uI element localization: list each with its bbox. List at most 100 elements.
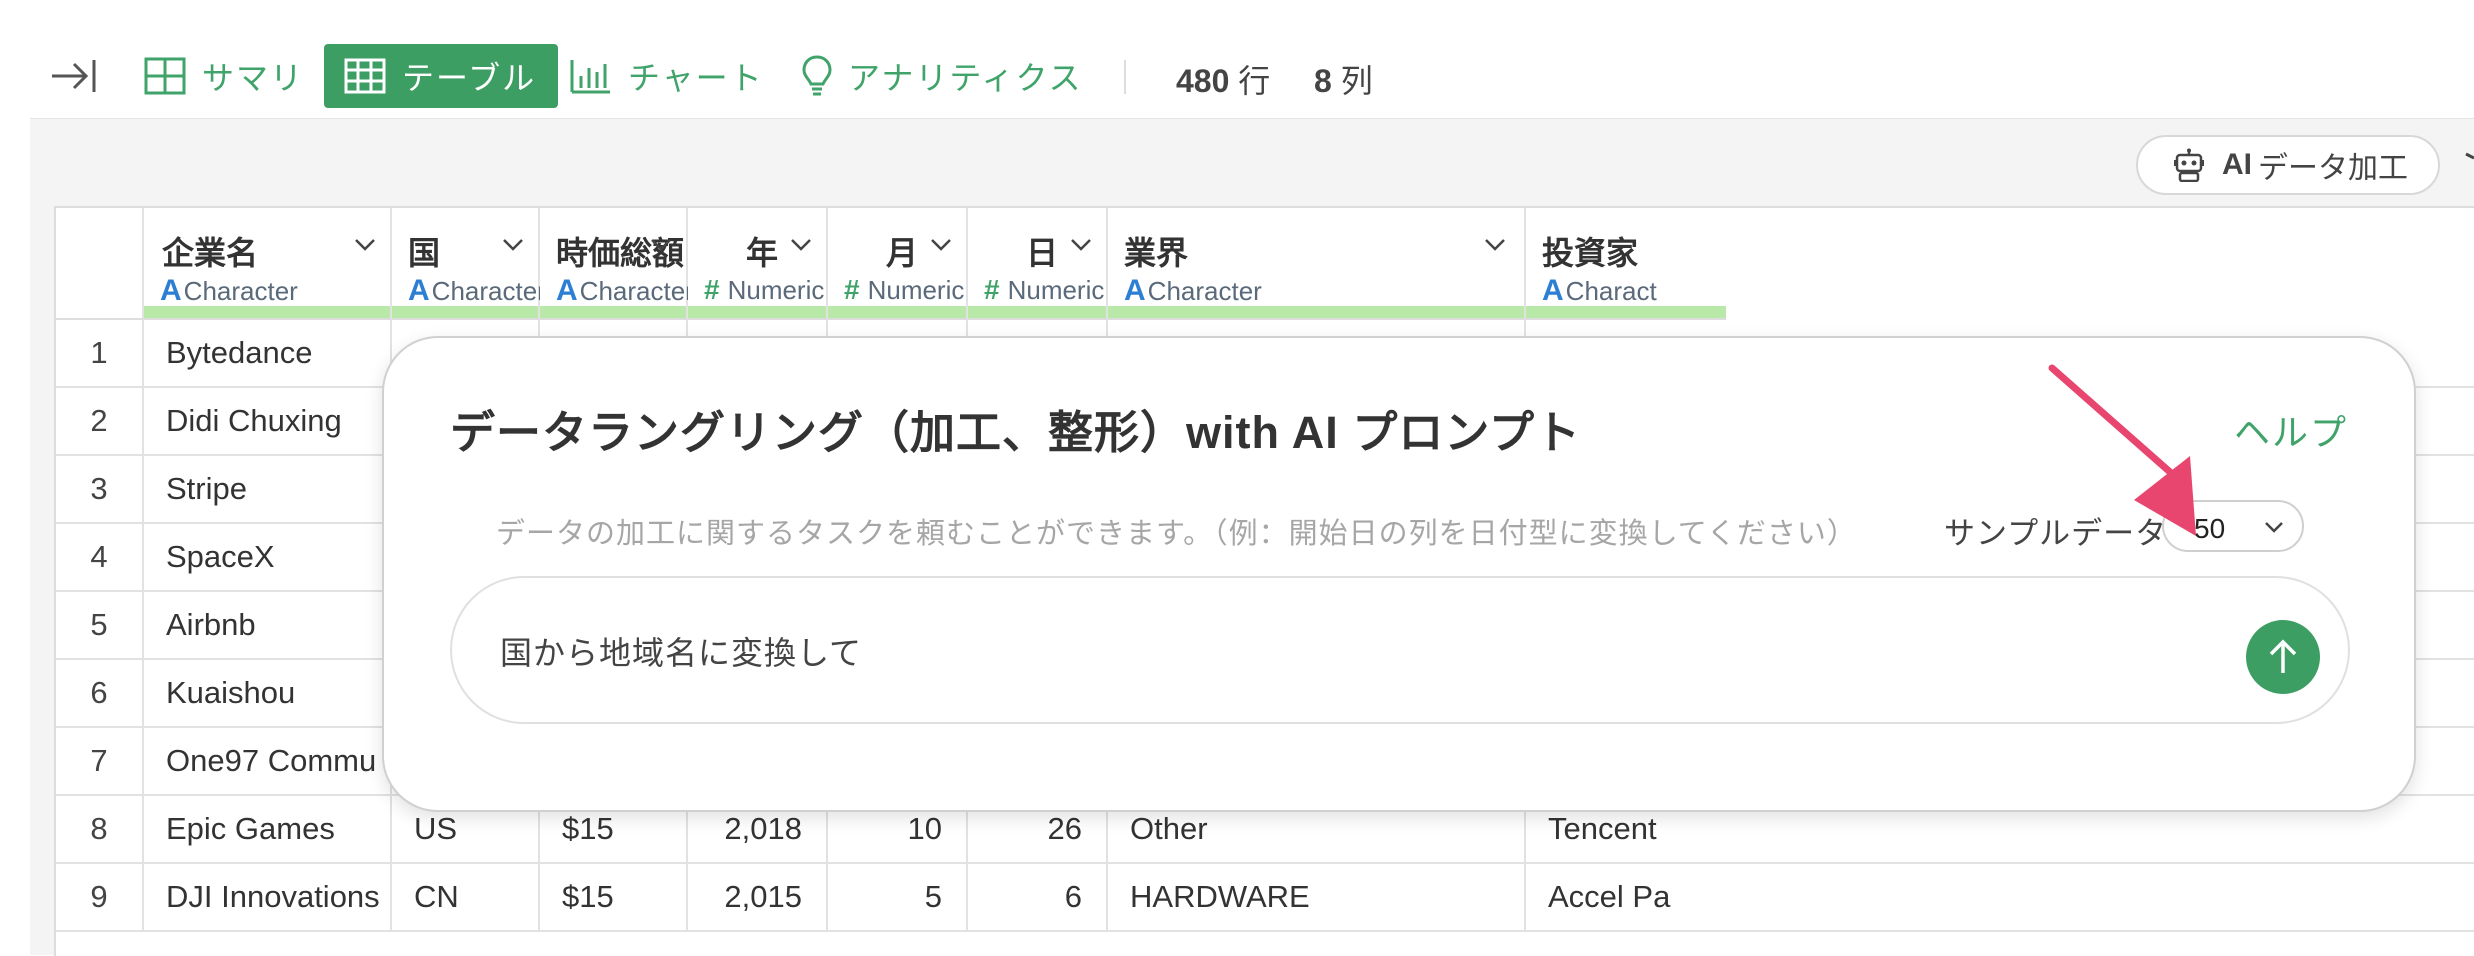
row-index: 4 <box>56 524 144 590</box>
send-button[interactable] <box>2246 620 2320 694</box>
ai-button-label: データ加工 <box>2258 152 2408 185</box>
cell-company[interactable]: Airbnb <box>144 592 392 658</box>
column-name: 月 <box>885 235 918 271</box>
column-header-month[interactable]: 月 # Numeric <box>828 208 968 320</box>
tab-analytics-label: アナリティクス <box>848 60 1083 96</box>
more-options-icon[interactable] <box>2464 150 2474 172</box>
cell-industry[interactable]: HARDWARE <box>1108 864 1526 930</box>
column-type-label: Charact <box>1565 276 1657 306</box>
collapse-panel-icon[interactable] <box>50 56 98 96</box>
row-index: 6 <box>56 660 144 726</box>
column-name: 投資家 <box>1542 235 1639 271</box>
column-quality-bar <box>968 306 1106 318</box>
cell-year[interactable]: 2,015 <box>688 864 828 930</box>
column-type-label: Character <box>183 276 298 306</box>
column-quality-bar <box>688 306 826 318</box>
tab-table[interactable]: テーブル <box>324 44 559 108</box>
character-type-icon: A <box>1542 274 1564 307</box>
lightbulb-icon <box>802 55 832 96</box>
column-type: ACharacter <box>556 274 694 308</box>
tab-summary[interactable]: サマリ <box>144 44 304 108</box>
column-header-company[interactable]: 企業名 ACharacter <box>144 208 392 320</box>
row-index: 5 <box>56 592 144 658</box>
column-type: # Numeric <box>984 274 1104 306</box>
cell-company[interactable]: Stripe <box>144 456 392 522</box>
column-name: 日 <box>1025 235 1058 271</box>
column-quality-bar <box>828 306 966 318</box>
column-name: 業界 <box>1124 235 1189 271</box>
cell-company[interactable]: Kuaishou <box>144 660 392 726</box>
column-header-year[interactable]: 年 # Numeric <box>688 208 828 320</box>
character-type-icon: A <box>408 274 430 307</box>
chevron-down-icon[interactable] <box>502 238 524 252</box>
character-type-icon: A <box>160 274 182 307</box>
cell-company[interactable]: Didi Chuxing <box>144 388 392 454</box>
column-header-country[interactable]: 国 ACharacter <box>392 208 546 320</box>
chevron-down-icon[interactable] <box>930 238 952 252</box>
help-link[interactable]: ヘルプ <box>2234 404 2348 456</box>
column-name: 国 <box>408 235 441 271</box>
column-header-industry[interactable]: 業界 ACharacter <box>1108 208 1526 320</box>
column-header-day[interactable]: 日 # Numeric <box>968 208 1108 320</box>
grid-icon <box>144 57 186 95</box>
column-name: 企業名 <box>162 235 259 271</box>
tab-analytics[interactable]: アナリティクス <box>802 44 1082 108</box>
chevron-down-icon[interactable] <box>790 238 812 252</box>
cell-company[interactable]: SpaceX <box>144 524 392 590</box>
chevron-down-icon[interactable] <box>1484 238 1506 252</box>
row-count-unit: 行 <box>1238 63 1271 99</box>
chevron-down-icon[interactable] <box>1070 238 1092 252</box>
column-type: ACharacter <box>408 274 546 308</box>
row-index: 8 <box>56 796 144 862</box>
cell-company[interactable]: Epic Games <box>144 796 392 862</box>
table-row: 9 DJI Innovations CN $15 2,015 5 6 HARDWARE Acce… <box>56 864 2474 932</box>
row-index: 1 <box>56 320 144 386</box>
dialog-title: データラングリング（加工、整形）with AI プロンプト <box>450 407 1581 458</box>
row-index: 9 <box>56 864 144 930</box>
cell-value[interactable]: $15 <box>540 864 688 930</box>
ai-data-processing-button[interactable]: AI データ加工 <box>2136 135 2440 195</box>
column-type-label: Numeric <box>727 275 825 305</box>
chevron-down-icon <box>2265 522 2283 533</box>
cell-month[interactable]: 5 <box>828 864 968 930</box>
table-icon <box>344 58 386 94</box>
numeric-type-icon: # <box>984 274 1000 305</box>
cell-company[interactable]: One97 Commu <box>144 728 392 794</box>
column-count-unit: 列 <box>1340 63 1373 99</box>
column-header-valuation[interactable]: 時価総額 ACharacter <box>540 208 694 320</box>
dialog-hint: データの加工に関するタスクを頼むことができます。（例：開始日の列を日付型に変換し… <box>496 518 1857 550</box>
column-count-value: 8 <box>1314 63 1332 99</box>
tab-chart[interactable]: チャート <box>570 44 764 108</box>
row-index: 7 <box>56 728 144 794</box>
row-index-header <box>56 208 144 320</box>
cell-investor[interactable]: Accel Pa <box>1526 864 1726 930</box>
row-count-value: 480 <box>1176 63 1230 99</box>
column-type-label: Character <box>1147 276 1262 306</box>
column-type-label: Numeric <box>1007 275 1105 305</box>
column-type: # Numeric <box>704 274 824 306</box>
column-type-label: Numeric <box>867 275 965 305</box>
column-header-investor[interactable]: 投資家 ACharact <box>1526 208 1726 320</box>
numeric-type-icon: # <box>844 274 860 305</box>
chevron-down-icon[interactable] <box>354 238 376 252</box>
prompt-input-text[interactable]: 国から地域名に変換して <box>500 628 862 674</box>
column-quality-bar <box>144 306 390 318</box>
cell-company[interactable]: Bytedance <box>144 320 392 386</box>
cell-country[interactable]: CN <box>392 864 540 930</box>
row-index: 3 <box>56 456 144 522</box>
numeric-type-icon: # <box>704 274 720 305</box>
tab-summary-label: サマリ <box>202 60 305 96</box>
cell-company[interactable]: DJI Innovations <box>144 864 392 930</box>
column-quality-bar <box>1108 306 1524 318</box>
prompt-input[interactable]: 国から地域名に変換して <box>450 576 2350 724</box>
column-type: ACharacter <box>1124 274 1262 308</box>
chevron-down-icon[interactable] <box>650 238 672 252</box>
column-quality-bar <box>540 306 686 318</box>
column-quality-bar <box>392 306 538 318</box>
callout-arrow-icon <box>2048 364 2196 536</box>
tab-table-label: テーブル <box>402 60 537 96</box>
column-type: ACharacter <box>160 274 298 308</box>
robot-icon <box>2174 148 2204 182</box>
cell-day[interactable]: 6 <box>968 864 1108 930</box>
column-type-label: Character <box>579 276 694 306</box>
